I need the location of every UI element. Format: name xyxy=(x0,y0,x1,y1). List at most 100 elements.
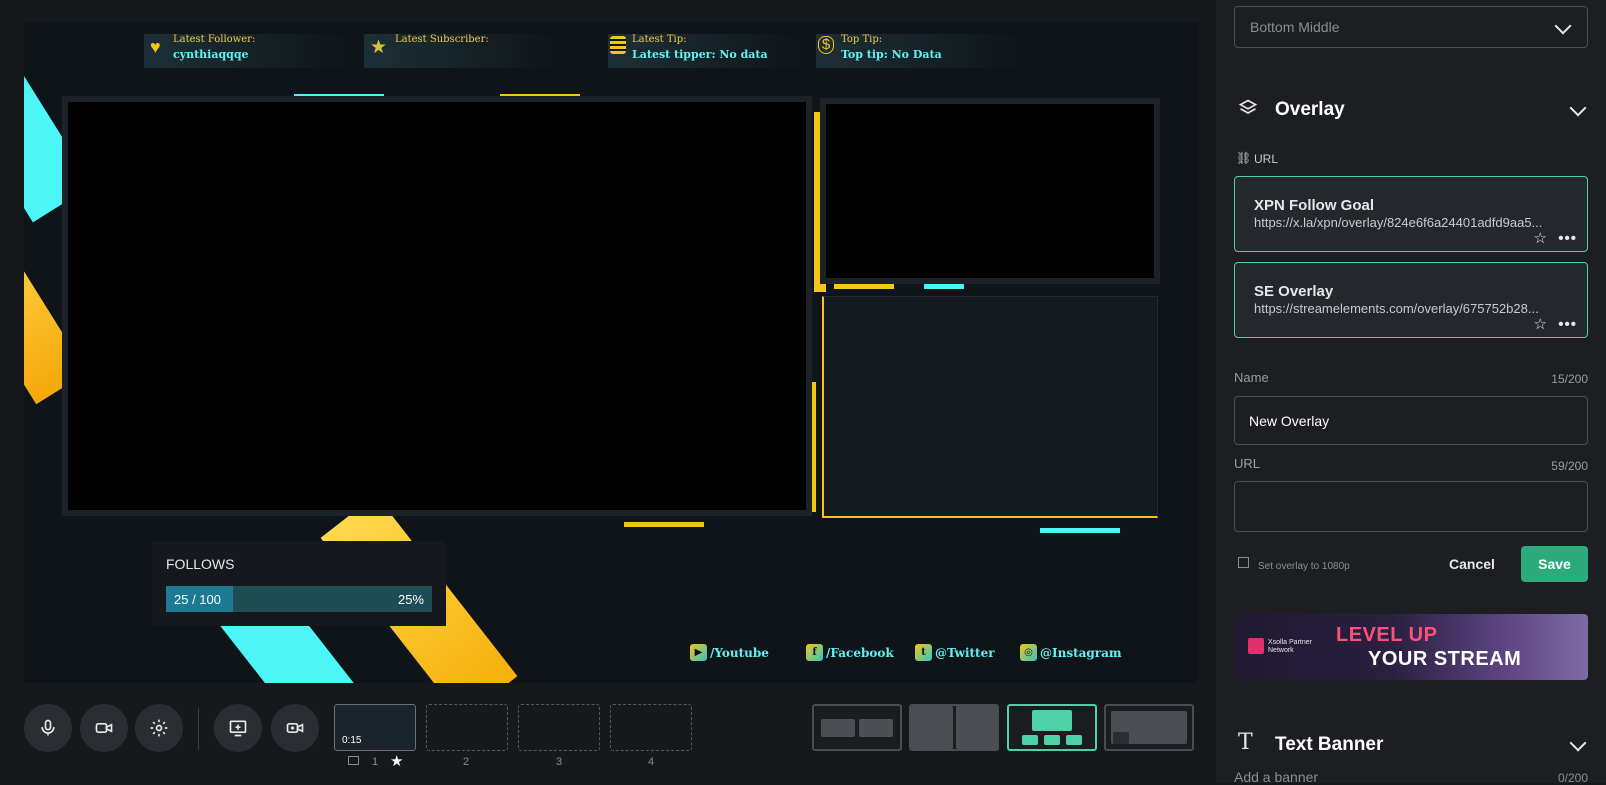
social-instagram: ◎ @Instagram xyxy=(1020,644,1122,661)
overlay-name-input[interactable] xyxy=(1234,396,1588,445)
layout-main-with-grid[interactable] xyxy=(1007,704,1097,751)
overlay-card-name: SE Overlay xyxy=(1254,283,1334,300)
scene-number: 3 xyxy=(556,756,563,768)
cancel-button[interactable]: Cancel xyxy=(1436,546,1508,582)
decor-stripe xyxy=(1040,528,1120,533)
layout-preview-block xyxy=(1022,735,1038,745)
social-twitter-label: @Twitter xyxy=(935,645,995,660)
overlay-card[interactable]: XPN Follow Goal https://x.la/xpn/overlay… xyxy=(1234,176,1588,252)
text-icon: T xyxy=(1238,730,1253,755)
save-button[interactable]: Save xyxy=(1521,546,1588,582)
add-camera-button[interactable] xyxy=(271,704,319,752)
side-camera-slot xyxy=(826,104,1154,278)
more-options-icon[interactable]: ••• xyxy=(1558,316,1577,333)
text-banner-section-title: Text Banner xyxy=(1275,734,1384,755)
chevron-down-icon xyxy=(1554,17,1572,35)
star-icon: ★ xyxy=(370,37,388,58)
youtube-icon: ▶ xyxy=(690,644,707,661)
layout-preview-block xyxy=(859,719,893,737)
latest-tip-value: Latest tipper: No data xyxy=(632,48,768,61)
star-outline-icon[interactable]: ☆ xyxy=(1534,315,1547,333)
settings-panel: Bottom Middle Overlay ⛓ URL XPN Follow G… xyxy=(1216,0,1606,785)
layout-preview-block xyxy=(821,719,855,737)
position-select-value: Bottom Middle xyxy=(1250,19,1340,35)
url-field-label: URL xyxy=(1234,456,1261,471)
image-icon xyxy=(348,756,359,765)
social-facebook-label: /Facebook xyxy=(826,645,894,660)
position-select[interactable]: Bottom Middle xyxy=(1234,6,1588,48)
follow-goal-percent: 25% xyxy=(397,592,424,607)
set-1080p-label[interactable]: Set overlay to 1080p xyxy=(1258,561,1350,572)
favorite-star-icon[interactable]: ★ xyxy=(390,752,403,770)
latest-tip-label: Latest Tip: xyxy=(632,34,687,45)
latest-follower-label: Latest Follower: xyxy=(173,34,256,45)
social-instagram-label: @Instagram xyxy=(1040,645,1122,660)
follow-goal-count: 25 / 100 xyxy=(174,592,221,607)
side-panel-slot xyxy=(822,296,1158,518)
add-video-icon xyxy=(286,723,304,733)
layout-preview-block xyxy=(1044,735,1060,745)
scene-number: 4 xyxy=(648,756,655,768)
stream-preview-canvas: ♥ Latest Follower: cynthiaqqqe ★ Latest … xyxy=(24,22,1198,683)
settings-button[interactable] xyxy=(135,704,183,752)
chevron-down-icon[interactable] xyxy=(1569,734,1587,752)
top-tip-label: Top Tip: xyxy=(841,34,883,45)
gear-icon xyxy=(150,719,168,737)
scene-number: 1 xyxy=(372,756,379,768)
money-bag-icon: $ xyxy=(818,36,834,54)
microphone-button[interactable] xyxy=(24,704,72,752)
follow-goal-title: FOLLOWS xyxy=(166,556,235,572)
toolbar-divider xyxy=(198,708,199,750)
scene-number: 2 xyxy=(463,756,470,768)
social-youtube: ▶ /Youtube xyxy=(690,644,769,661)
microphone-icon xyxy=(41,719,55,736)
layout-preview-block xyxy=(956,706,997,749)
camera-button[interactable] xyxy=(80,704,128,752)
layout-preview-block xyxy=(1113,732,1129,744)
more-options-icon[interactable]: ••• xyxy=(1558,230,1577,247)
promo-banner[interactable]: Xsolla Partner Network LEVEL UP YOUR STR… xyxy=(1234,614,1588,680)
social-youtube-label: /Youtube xyxy=(710,645,769,660)
xsolla-logo xyxy=(1248,638,1264,654)
name-field-label: Name xyxy=(1234,370,1269,385)
latest-subscriber-label: Latest Subscriber: xyxy=(395,34,489,45)
twitter-icon: t xyxy=(915,644,932,661)
main-camera-slot xyxy=(68,102,806,510)
scene-slot-4[interactable] xyxy=(610,704,692,751)
layout-preview-block xyxy=(1032,710,1072,731)
facebook-icon: f xyxy=(806,644,823,661)
overlay-card[interactable]: SE Overlay https://streamelements.com/ov… xyxy=(1234,262,1588,338)
instagram-icon: ◎ xyxy=(1020,644,1037,661)
overlay-url-input[interactable] xyxy=(1234,481,1588,532)
url-section-label: URL xyxy=(1254,152,1279,166)
layout-picture-in-picture[interactable] xyxy=(1104,704,1194,751)
screen-share-button[interactable] xyxy=(214,704,262,752)
scene-slot-3[interactable] xyxy=(518,704,600,751)
scene-duration: 0:15 xyxy=(342,735,362,746)
latest-follower-value: cynthiaqqqe xyxy=(173,48,249,61)
layout-split[interactable] xyxy=(909,704,999,751)
heart-icon: ♥ xyxy=(150,37,161,57)
layout-preview-block xyxy=(911,706,953,749)
social-twitter: t @Twitter xyxy=(915,644,995,661)
layout-side-by-side-small[interactable] xyxy=(812,704,902,751)
follow-goal-progress-bar: 25 / 100 25% xyxy=(166,586,432,612)
scene-slot-2[interactable] xyxy=(426,704,508,751)
decor-stripe xyxy=(834,284,894,289)
crop-icon xyxy=(1238,557,1249,568)
promo-headline-2: YOUR STREAM xyxy=(1368,648,1522,670)
coins-icon xyxy=(610,36,626,54)
url-field-counter: 59/200 xyxy=(1551,459,1588,473)
layout-preview-block xyxy=(1066,735,1082,745)
top-tip-value: Top tip: No Data xyxy=(841,48,942,61)
overlay-card-name: XPN Follow Goal xyxy=(1254,197,1375,214)
scene-slot-1[interactable]: 0:15 xyxy=(334,704,416,751)
overlay-section-title: Overlay xyxy=(1275,99,1345,120)
decor-stripe xyxy=(624,522,704,527)
star-outline-icon[interactable]: ☆ xyxy=(1534,229,1547,247)
overlay-card-url: https://x.la/xpn/overlay/824e6f6a24401ad… xyxy=(1254,215,1543,230)
link-icon: ⛓ xyxy=(1236,151,1252,165)
video-camera-icon xyxy=(95,723,113,733)
chevron-down-icon[interactable] xyxy=(1569,99,1587,117)
social-facebook: f /Facebook xyxy=(806,644,894,661)
